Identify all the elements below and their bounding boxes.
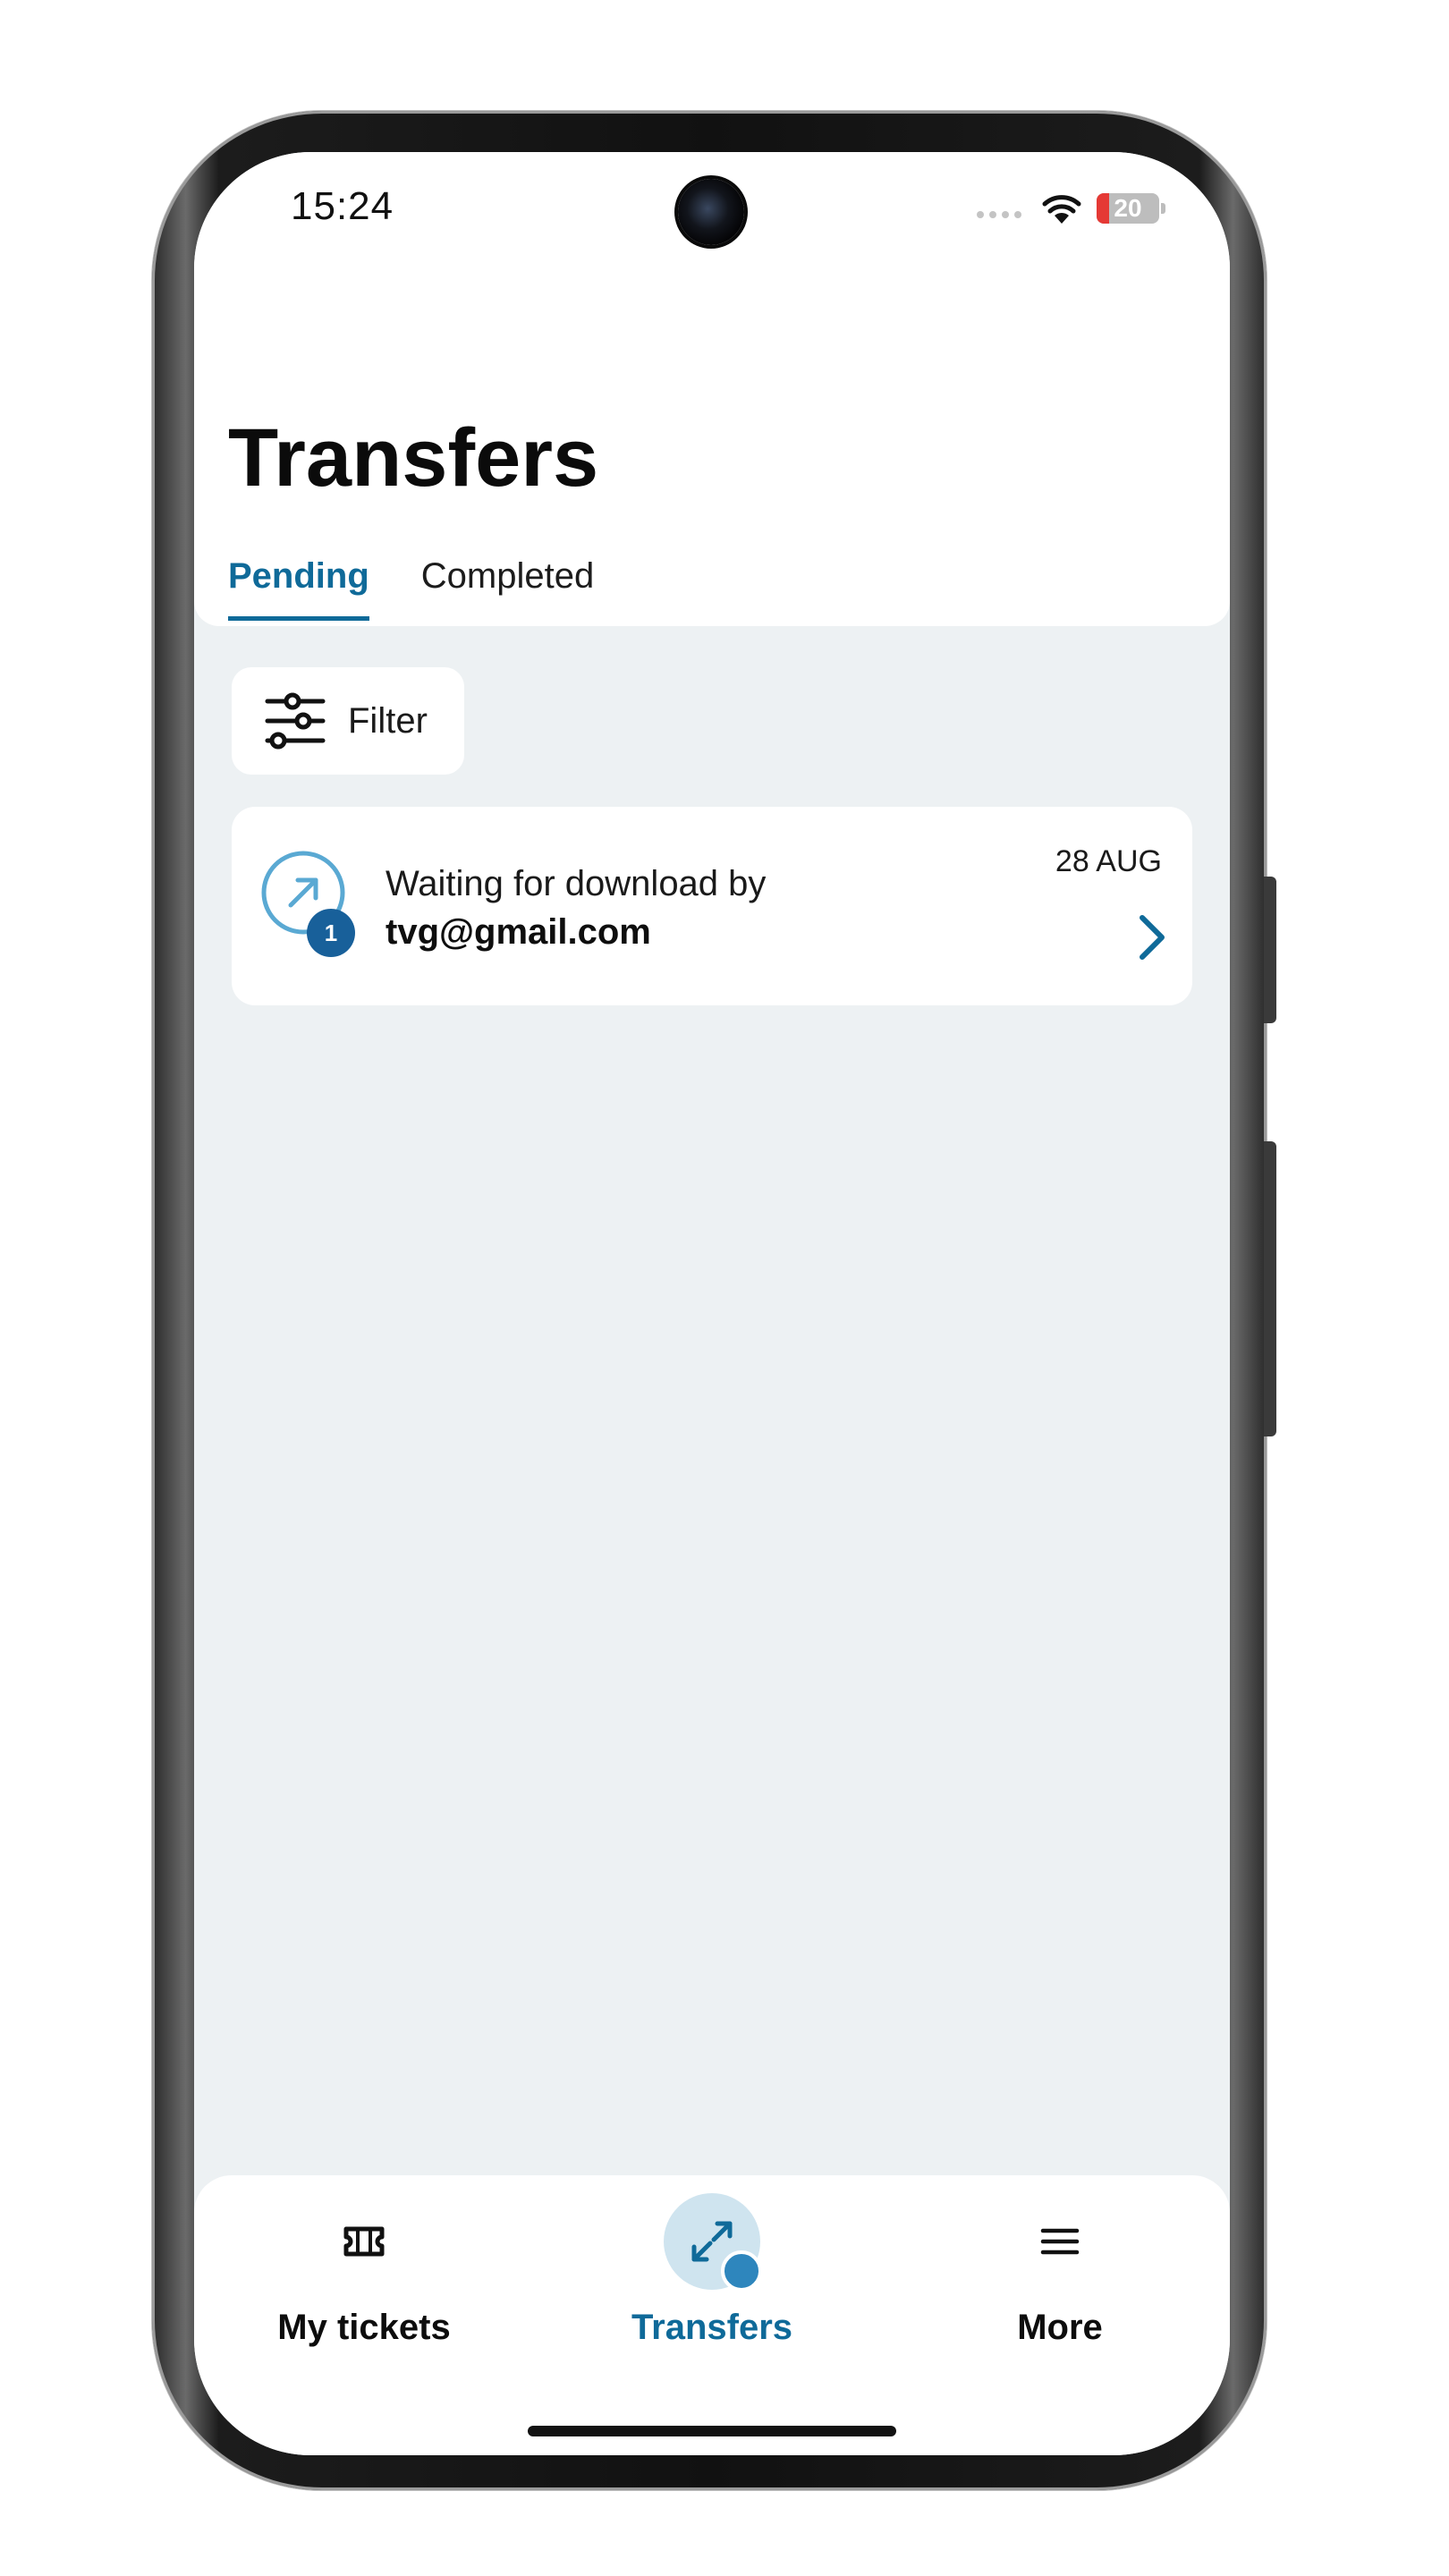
status-icons: 20 [977,191,1165,225]
wifi-icon [1042,195,1081,224]
battery-level: 20 [1114,194,1142,222]
page-title: Transfers [228,412,599,504]
home-indicator[interactable] [528,2426,896,2436]
transfer-status-text: Waiting for download by [386,864,767,903]
transfer-date: 28 AUG [1055,844,1162,878]
status-time: 15:24 [291,184,394,228]
menu-icon [1012,2193,1108,2290]
transfer-recipient: tvg@gmail.com [386,912,651,952]
cellular-signal-icon [977,199,1021,218]
bottom-navigation: My tickets Transfers More [194,2175,1230,2455]
nav-my-tickets[interactable]: My tickets [194,2175,534,2390]
volume-button [1264,877,1276,1023]
battery-icon: 20 [1097,193,1159,224]
transfer-list-item[interactable]: 1 Waiting for download by tvg@gmail.com … [232,807,1192,1005]
ticket-icon [316,2193,412,2290]
power-button [1264,1141,1276,1436]
tab-completed[interactable]: Completed [421,556,594,621]
filter-label: Filter [348,700,428,741]
nav-transfers[interactable]: Transfers [542,2175,882,2390]
front-camera [678,179,744,245]
sliders-icon [265,692,326,750]
filter-button[interactable]: Filter [232,667,464,775]
nav-label-transfers: Transfers [631,2308,793,2347]
chevron-right-icon [1140,915,1165,960]
app-screen: 15:24 20 Transfers Pending Completed Fil… [194,152,1230,2455]
notification-dot [721,2250,762,2292]
nav-label-my-tickets: My tickets [277,2308,451,2347]
nav-label-more: More [1017,2308,1103,2347]
transfer-count-badge: 1 [307,909,355,957]
transfer-arrows-icon [664,2193,762,2292]
tab-pending[interactable]: Pending [228,556,369,621]
nav-more[interactable]: More [890,2175,1230,2390]
header-area: 15:24 20 Transfers Pending Completed [194,152,1230,626]
tab-bar: Pending Completed [228,556,594,621]
